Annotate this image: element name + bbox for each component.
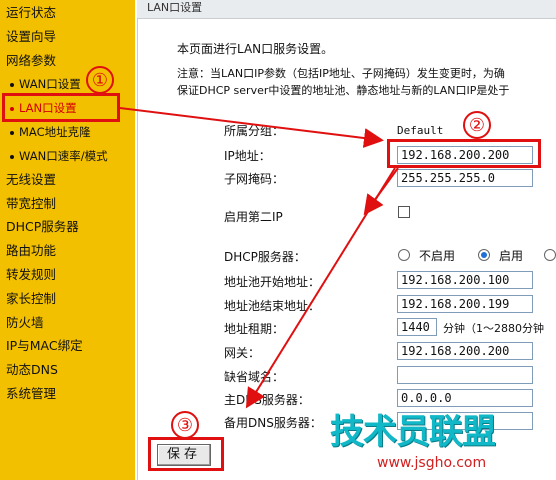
dhcp-enable-radio[interactable] bbox=[478, 249, 490, 261]
sidebar-item-label: 防火墙 bbox=[6, 315, 44, 330]
bullet-icon bbox=[10, 154, 14, 159]
lease-field[interactable]: 1440 bbox=[397, 318, 437, 336]
default-domain-field[interactable] bbox=[397, 366, 533, 384]
second-ip-checkbox[interactable] bbox=[398, 206, 410, 218]
sidebar-item-label: 运行状态 bbox=[6, 5, 57, 20]
panel-note-line2: 保证DHCP server中设置的地址池、静态地址与新的LAN口IP是处于 bbox=[177, 84, 510, 97]
sidebar-item-label: IP与MAC绑定 bbox=[6, 338, 83, 353]
sidebar-item-label: 无线设置 bbox=[6, 172, 57, 187]
sidebar-item-network[interactable]: 网络参数 bbox=[0, 49, 135, 73]
sidebar-item-dhcp[interactable]: DHCP服务器 bbox=[0, 215, 135, 239]
annotation-box-ip-field bbox=[387, 139, 541, 168]
annotation-box-save bbox=[148, 437, 224, 471]
annotation-step-2: ② bbox=[463, 111, 491, 139]
sidebar-item-label: 转发规则 bbox=[6, 267, 57, 282]
annotation-step-3: ③ bbox=[171, 411, 199, 439]
sidebar-item-forwarding[interactable]: 转发规则 bbox=[0, 263, 135, 287]
pool-end-field[interactable]: 192.168.200.199 bbox=[397, 295, 533, 313]
gateway-label: 网关： bbox=[224, 346, 261, 360]
sidebar-item-label: WAN口速率/模式 bbox=[19, 149, 108, 163]
subnet-mask-label: 子网掩码： bbox=[224, 172, 285, 186]
sidebar-item-bandwidth[interactable]: 带宽控制 bbox=[0, 192, 135, 216]
panel-title-bar: LAN口设置 bbox=[137, 0, 556, 19]
sidebar-item-wan-speed[interactable]: WAN口速率/模式 bbox=[0, 144, 135, 168]
gateway-field[interactable]: 192.168.200.200 bbox=[397, 342, 533, 360]
sidebar-item-label: WAN口设置 bbox=[19, 77, 81, 91]
sidebar-item-label: 路由功能 bbox=[6, 243, 57, 258]
sidebar-item-setup-wizard[interactable]: 设置向导 bbox=[0, 25, 135, 49]
pool-start-label: 地址池开始地址： bbox=[224, 275, 321, 289]
sidebar-item-label: 系统管理 bbox=[6, 386, 57, 401]
sidebar-item-label: 设置向导 bbox=[6, 29, 57, 44]
default-domain-label: 缺省域名： bbox=[224, 370, 285, 384]
sidebar-item-mac-clone[interactable]: MAC地址克隆 bbox=[0, 120, 135, 144]
lease-label: 地址租期： bbox=[224, 322, 285, 336]
sidebar-item-label: DHCP服务器 bbox=[6, 219, 79, 234]
panel-border bbox=[137, 0, 138, 480]
watermark-url: www.jsgho.com bbox=[377, 455, 487, 471]
sidebar-item-label: MAC地址克隆 bbox=[19, 125, 91, 139]
secondary-dns-label: 备用DNS服务器： bbox=[224, 416, 322, 430]
dhcp-auto-radio[interactable] bbox=[544, 249, 556, 261]
bullet-icon bbox=[10, 130, 14, 135]
sidebar-item-label: 家长控制 bbox=[6, 291, 57, 306]
sidebar-item-wireless[interactable]: 无线设置 bbox=[0, 168, 135, 192]
pool-end-label: 地址池结束地址： bbox=[224, 299, 321, 313]
annotation-step-1: ① bbox=[86, 66, 114, 94]
panel-note-line1: 注意：当LAN口IP参数（包括IP地址、子网掩码）发生变更时，为确 bbox=[177, 67, 505, 80]
sidebar-item-ip-mac-binding[interactable]: IP与MAC绑定 bbox=[0, 334, 135, 358]
primary-dns-label: 主DNS服务器： bbox=[224, 393, 310, 407]
dhcp-disable-label: 不启用 bbox=[419, 249, 456, 263]
sidebar-item-label: 网络参数 bbox=[6, 53, 57, 68]
dhcp-server-label: DHCP服务器： bbox=[224, 250, 306, 264]
dhcp-enable-label: 启用 bbox=[499, 249, 524, 263]
dhcp-disable-radio[interactable] bbox=[398, 249, 410, 261]
sidebar-item-label: 带宽控制 bbox=[6, 196, 57, 211]
group-value: Default bbox=[397, 124, 444, 137]
bullet-icon bbox=[10, 82, 14, 87]
sidebar-item-ddns[interactable]: 动态DNS bbox=[0, 358, 135, 382]
sidebar-item-system[interactable]: 系统管理 bbox=[0, 382, 135, 406]
pool-start-field[interactable]: 192.168.200.100 bbox=[397, 271, 533, 289]
ip-label: IP地址： bbox=[224, 149, 271, 163]
sidebar-item-label: 动态DNS bbox=[6, 362, 58, 377]
panel-title: LAN口设置 bbox=[147, 1, 203, 14]
sidebar-item-firewall[interactable]: 防火墙 bbox=[0, 311, 135, 335]
sidebar-item-routing[interactable]: 路由功能 bbox=[0, 239, 135, 263]
panel-intro: 本页面进行LAN口服务设置。 bbox=[177, 42, 334, 56]
annotation-box-lan-menu bbox=[2, 93, 120, 122]
sidebar-item-parental[interactable]: 家长控制 bbox=[0, 287, 135, 311]
subnet-mask-field[interactable]: 255.255.255.0 bbox=[397, 169, 533, 187]
watermark-brand: 技术员联盟 bbox=[330, 412, 496, 452]
sidebar-item-status[interactable]: 运行状态 bbox=[0, 1, 135, 25]
second-ip-label: 启用第二IP bbox=[224, 210, 283, 224]
sidebar: 运行状态 设置向导 网络参数 WAN口设置 LAN口设置 MAC地址克隆 WAN… bbox=[0, 0, 135, 480]
lease-unit: 分钟（1～2880分钟 bbox=[443, 322, 544, 335]
group-label: 所属分组： bbox=[224, 124, 285, 138]
